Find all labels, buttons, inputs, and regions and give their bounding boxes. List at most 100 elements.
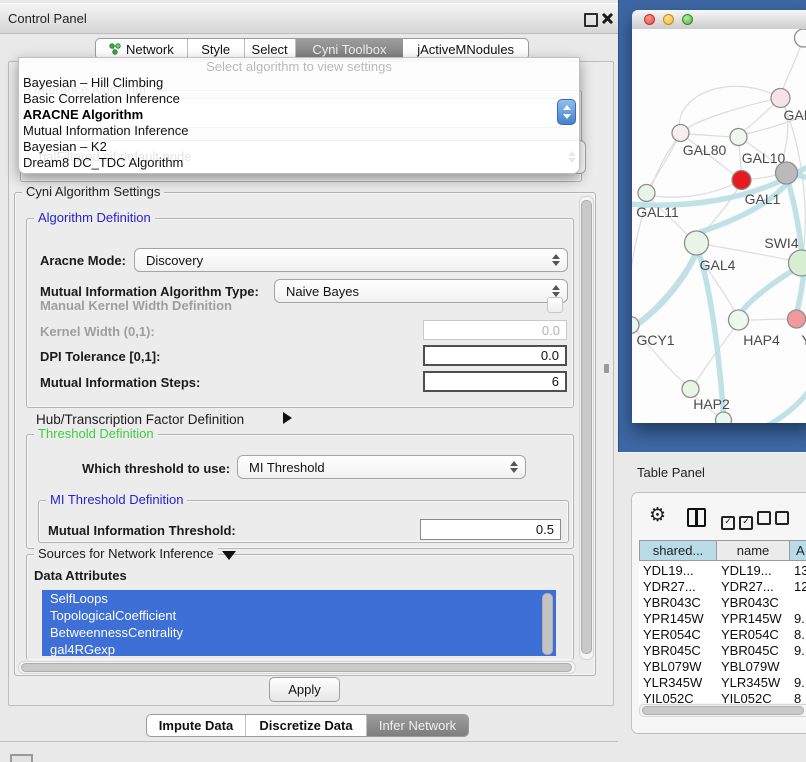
tab-jactivemnodules[interactable]: jActiveMNodules (403, 39, 528, 59)
zoom-traffic-light-icon[interactable] (682, 14, 693, 25)
aracne-mode-combobox[interactable]: Discovery (134, 248, 568, 272)
list-item[interactable]: SelfLoops (42, 590, 556, 607)
network-node[interactable] (632, 317, 639, 334)
settings-vertical-scrollbar[interactable] (579, 196, 594, 660)
tab-network-label: Network (126, 42, 174, 57)
minimize-traffic-light-icon[interactable] (663, 14, 674, 25)
dock-panel-icon[interactable] (10, 754, 33, 762)
network-edge[interactable] (700, 255, 724, 415)
network-node-label: SWI4 (764, 235, 798, 251)
network-node[interactable] (795, 29, 806, 47)
select-all-checks-icon[interactable]: ✓✓ (721, 511, 757, 530)
network-node[interactable] (771, 89, 790, 108)
list-item[interactable]: BetweennessCentrality (42, 624, 556, 641)
settings-horizontal-scrollbar[interactable] (18, 661, 576, 674)
network-node[interactable] (638, 185, 655, 202)
network-node[interactable] (716, 412, 732, 423)
settings-gear-icon[interactable]: ⚙ (649, 506, 666, 525)
splitpane-grip[interactable] (604, 364, 609, 373)
network-node-label: GAL1 (745, 191, 781, 207)
algorithm-definition-title: Algorithm Definition (34, 211, 155, 225)
network-node-label: GAL (784, 107, 806, 123)
dropdown-item[interactable]: Bayesian – Hill Climbing (19, 75, 579, 91)
split-columns-icon[interactable] (687, 508, 706, 527)
combo-stepper-button[interactable] (557, 99, 576, 125)
apply-button[interactable]: Apply (269, 677, 340, 702)
network-edge[interactable] (797, 175, 806, 179)
mi-type-combobox[interactable]: Naive Bayes (274, 279, 568, 303)
dpi-tolerance-field[interactable]: 0.0 (423, 345, 567, 366)
dropdown-item[interactable]: Mutual Information Inference (19, 123, 579, 139)
combo-stepper-icon (552, 254, 560, 266)
bottom-tab-bar: Impute Data Discretize Data Infer Networ… (146, 714, 469, 737)
network-node[interactable] (685, 231, 709, 255)
table-row[interactable]: YBR045CYBR045C9. (639, 643, 806, 660)
kernel-width-field[interactable]: 0.0 (423, 320, 567, 340)
table-row[interactable]: YBL079WYBL079W (639, 659, 806, 676)
deselect-all-icon[interactable] (757, 511, 793, 530)
network-edge[interactable] (798, 276, 804, 310)
column-header-shared-name[interactable]: shared... (639, 540, 717, 561)
which-threshold-combobox[interactable]: MI Threshold (237, 455, 526, 479)
column-header-a[interactable]: A (790, 540, 806, 561)
table-horizontal-scrollbar[interactable] (639, 704, 806, 717)
network-window-titlebar[interactable] (632, 10, 806, 30)
network-edge[interactable] (688, 98, 781, 128)
network-node[interactable] (788, 310, 806, 328)
dropdown-item[interactable]: Dream8 DC_TDC Algorithm (19, 155, 579, 171)
network-node[interactable] (730, 129, 747, 146)
network-node-label: GAL4 (700, 257, 736, 273)
tab-discretize-data[interactable]: Discretize Data (246, 715, 367, 736)
list-item[interactable]: TopologicalCoefficient (42, 607, 556, 624)
tab-style[interactable]: Style (188, 39, 245, 59)
tab-network[interactable]: Network (96, 39, 188, 59)
mi-threshold-label: Mutual Information Threshold: (48, 523, 236, 538)
list-item[interactable]: gal4RGexp (42, 641, 556, 656)
float-window-icon[interactable] (584, 13, 598, 27)
manual-kernel-checkbox[interactable] (547, 297, 563, 313)
table-row[interactable]: YBR043CYBR043C (639, 595, 806, 612)
tab-impute-data[interactable]: Impute Data (147, 715, 246, 736)
table-row[interactable]: YIL052CYIL052C8 (639, 691, 806, 703)
network-edge[interactable] (638, 255, 693, 321)
tab-discretize-data-label: Discretize Data (259, 718, 352, 733)
network-node[interactable] (672, 125, 689, 142)
tab-select[interactable]: Select (245, 39, 296, 59)
network-view-window[interactable]: GALGAL80GAL10GAL1GAL11GAL4SWI4HAP4YGCY1H… (632, 10, 806, 423)
network-edge[interactable] (742, 270, 794, 312)
close-traffic-light-icon[interactable] (644, 14, 655, 25)
network-edge[interactable] (655, 184, 734, 197)
close-icon[interactable] (601, 12, 614, 25)
mi-threshold-group-title: MI Threshold Definition (46, 493, 187, 507)
sources-group-title[interactable]: Sources for Network Inference (34, 547, 218, 561)
table-row[interactable]: YPR145WYPR145W9. (639, 611, 806, 628)
data-attributes-list[interactable]: SelfLoops TopologicalCoefficient Between… (42, 590, 556, 656)
network-node[interactable] (729, 310, 749, 330)
hub-definition-expander[interactable]: Hub/Transcription Factor Definition (36, 412, 244, 427)
network-edge[interactable] (679, 86, 780, 125)
network-node[interactable] (776, 162, 798, 184)
tab-infer-network[interactable]: Infer Network (367, 715, 468, 736)
table-row[interactable]: YER054CYER054C8. (639, 627, 806, 644)
expander-right-icon[interactable] (283, 412, 292, 424)
dropdown-item-selected[interactable]: ARACNE Algorithm (19, 107, 579, 123)
tab-cyni-toolbox-label: Cyni Toolbox (312, 42, 386, 57)
network-edge[interactable] (769, 386, 806, 423)
dropdown-item[interactable]: Bayesian – K2 (19, 139, 579, 155)
network-node[interactable] (732, 171, 751, 190)
list-vertical-scrollbar[interactable] (542, 593, 553, 655)
dropdown-item[interactable]: Basic Correlation Inference (19, 91, 579, 107)
network-node[interactable] (682, 381, 699, 398)
network-canvas[interactable]: GALGAL80GAL10GAL1GAL11GAL4SWI4HAP4YGCY1H… (632, 29, 806, 423)
tab-cyni-toolbox[interactable]: Cyni Toolbox (296, 39, 404, 59)
network-node-label: HAP4 (743, 332, 780, 348)
mi-steps-field[interactable]: 6 (423, 371, 567, 392)
table-row[interactable]: YDL19...YDL19...13 (639, 563, 806, 580)
table-row[interactable]: YLR345WYLR345W9. (639, 675, 806, 692)
network-edge[interactable] (749, 319, 788, 320)
mi-threshold-field[interactable]: 0.5 (420, 519, 561, 540)
table-row[interactable]: YDR27...YDR27...12 (639, 579, 806, 596)
column-header-name[interactable]: name (717, 540, 790, 561)
control-panel-titlebar[interactable]: Control Panel (0, 3, 618, 34)
screen: Control Panel Network Style (0, 0, 806, 762)
